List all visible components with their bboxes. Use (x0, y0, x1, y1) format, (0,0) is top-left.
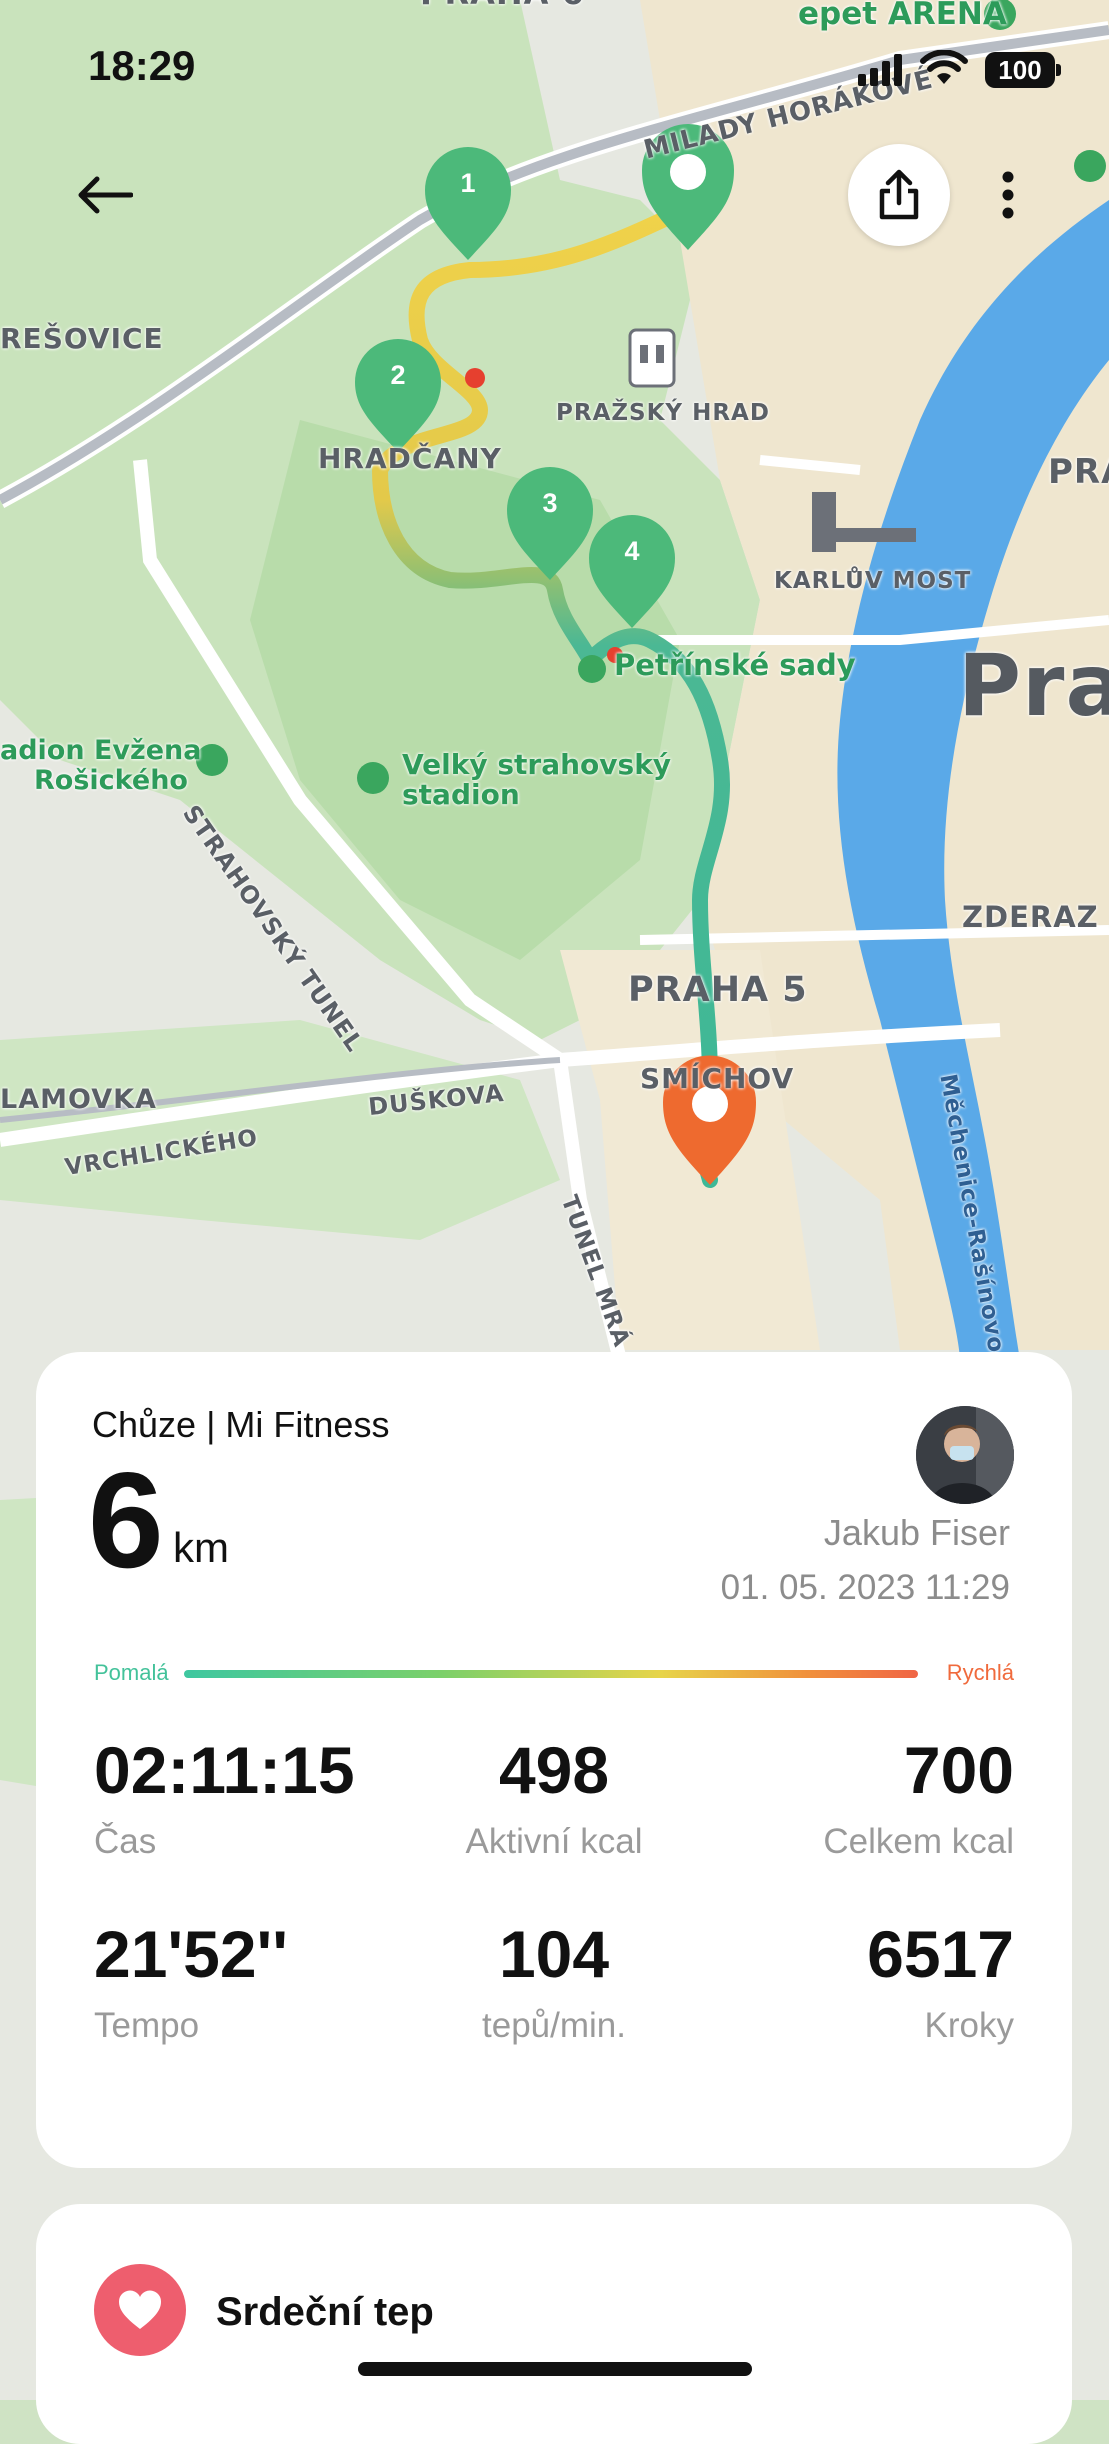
map-label-praha-big: Pral (958, 636, 1109, 736)
speed-legend-fast: Rychlá (946, 1660, 1014, 1685)
more-button[interactable] (978, 150, 1038, 240)
map-label-praha-top: PRAHA 6 (420, 0, 585, 12)
battery-icon: 100 (985, 52, 1055, 88)
map-label-karluv-most: KARLŮV MOST (774, 568, 972, 594)
distance-unit: km (173, 1524, 229, 1571)
castle-icon (628, 328, 676, 388)
speed-gradient-bar (184, 1670, 918, 1678)
wifi-icon (920, 50, 968, 84)
heart-rate-section[interactable]: Srdeční tep (36, 2204, 1072, 2444)
map-label-zderaz: ZDERAZ (962, 900, 1099, 934)
heart-rate-label: Srdeční tep (216, 2290, 434, 2334)
stat-total-kcal-label: Celkem kcal (823, 1822, 1014, 1861)
map-label-praha5: PRAHA 5 (628, 970, 808, 1010)
map-label-petrinske: Petřínské sady (614, 648, 856, 682)
home-indicator[interactable] (358, 2362, 752, 2376)
map-label-prazsky-hrad: PRAŽSKÝ HRAD (556, 400, 770, 426)
user-name: Jakub Fiser (823, 1512, 1010, 1553)
heart-icon (94, 2264, 186, 2356)
stat-steps-value: 6517 (867, 1917, 1014, 1991)
map-label-smichov: SMÍCHOV (640, 1062, 795, 1095)
park-icon-2 (1074, 150, 1106, 182)
activity-title: Chůze | Mi Fitness (92, 1404, 390, 1445)
workout-datetime: 01. 05. 2023 11:29 (720, 1568, 1010, 1607)
km-marker-3-label: 3 (542, 488, 558, 518)
map-label-arena: epet ARENA (798, 0, 1007, 32)
signal-icon (858, 54, 902, 86)
map-label-resovice: REŠOVICE (0, 322, 164, 355)
speed-legend: Pomalá Rychlá (94, 1660, 1014, 1686)
km-marker-1-label: 1 (460, 168, 476, 198)
status-time: 18:29 (88, 42, 196, 89)
back-button[interactable] (60, 150, 150, 240)
km-marker-2-label: 2 (390, 360, 406, 390)
more-vertical-icon (1002, 171, 1014, 219)
map-label-velky-strahovsky: Velký strahovský stadion (402, 748, 672, 811)
share-icon (879, 169, 919, 220)
map-label-stadion-rosickeho: adion Evžena Rošického (0, 735, 202, 796)
map-label-lamovka: LAMOVKA (0, 1084, 157, 1115)
battery-tip (1056, 64, 1061, 76)
stat-heart-rate-label: tepů/min. (482, 2006, 626, 2045)
back-arrow-icon (78, 176, 133, 214)
stat-total-kcal-value: 700 (903, 1733, 1014, 1807)
distance-value: 6 (88, 1444, 164, 1596)
park-icon (578, 655, 606, 683)
stat-steps-label: Kroky (924, 2006, 1014, 2045)
share-button[interactable] (848, 144, 950, 246)
workout-summary-card: Chůze | Mi Fitness 6 km Jakub Fiser 01. … (36, 1352, 1072, 2168)
stadium-icon-2 (357, 762, 389, 794)
speed-legend-slow: Pomalá (94, 1660, 169, 1685)
map-label-pra-right: PRA (1048, 452, 1109, 492)
map-label-hradcany: HRADČANY (318, 442, 502, 475)
avatar[interactable] (916, 1406, 1014, 1504)
km-marker-4-label: 4 (624, 536, 640, 566)
